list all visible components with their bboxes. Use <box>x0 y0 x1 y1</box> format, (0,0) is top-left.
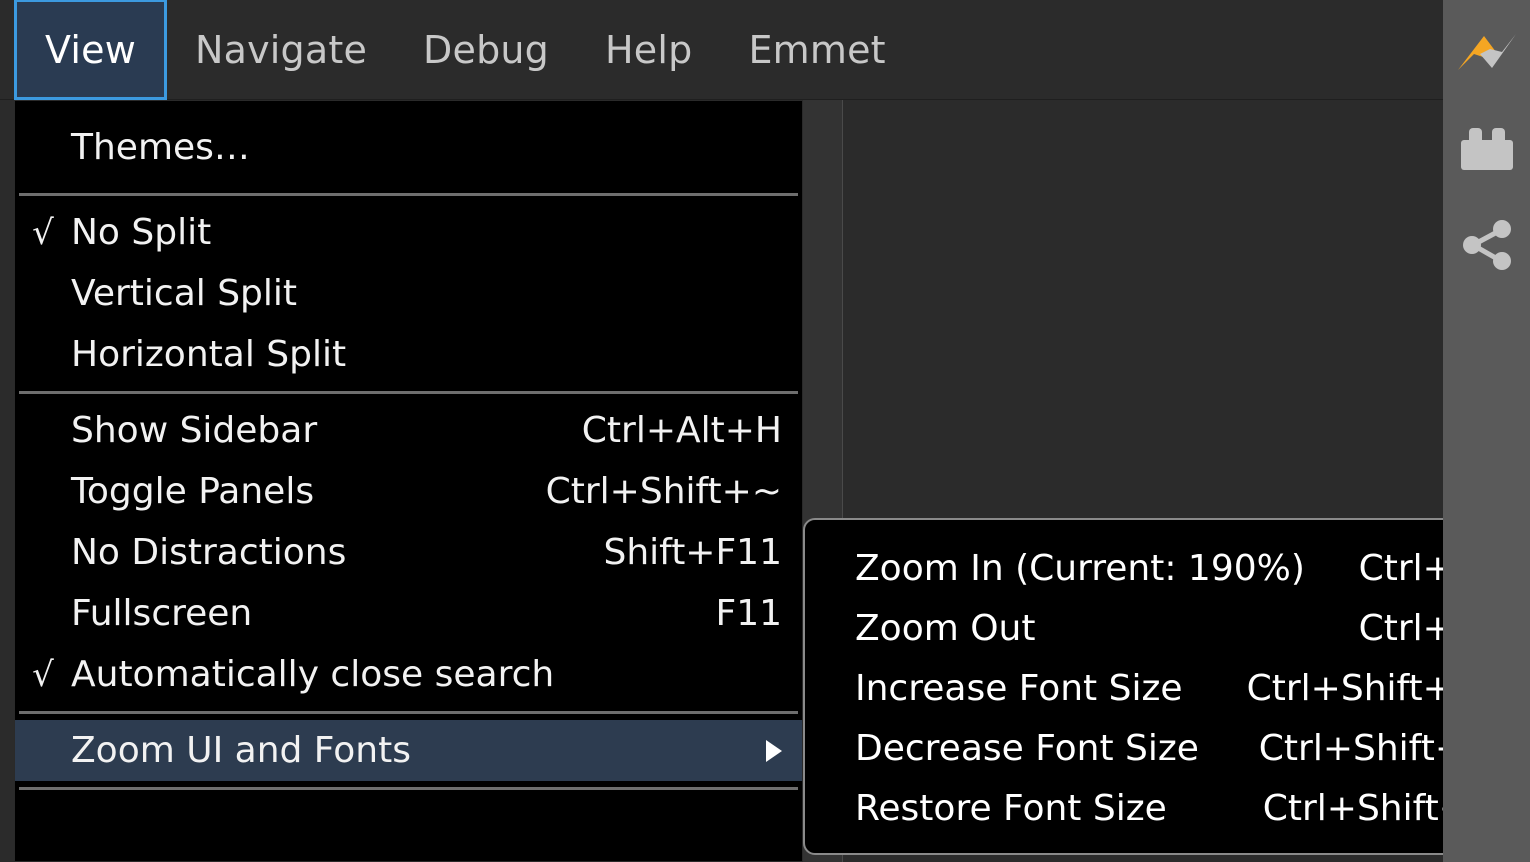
menu-item-zoom-ui-and-fonts-label: Zoom UI and Fonts <box>71 730 411 771</box>
menu-item-vertical-split-label: Vertical Split <box>71 273 298 314</box>
submenu-item-decrease-font-size[interactable]: Decrease Font Size Ctrl+Shift+_ <box>805 718 1511 778</box>
menu-item-no-split[interactable]: √ No Split <box>15 202 802 263</box>
menu-item-themes-label: Themes… <box>71 126 250 168</box>
menu-item-auto-close-search-check-icon: √ <box>32 654 54 695</box>
menubar-item-view-label: View <box>45 27 136 72</box>
menu-separator-4 <box>19 787 798 790</box>
menu-item-no-split-label: No Split <box>71 212 212 253</box>
menu-item-fullscreen[interactable]: Fullscreen F11 <box>15 583 802 644</box>
menu-bar: View Navigate Debug Help Emmet <box>0 0 1443 100</box>
menu-item-no-distractions-label: No Distractions <box>71 532 347 573</box>
menu-item-show-sidebar[interactable]: Show Sidebar Ctrl+Alt+H <box>15 400 802 461</box>
menu-item-no-split-check-icon: √ <box>32 212 54 253</box>
submenu-item-restore-font-size[interactable]: Restore Font Size Ctrl+Shift+( <box>805 778 1511 838</box>
menu-item-auto-close-search[interactable]: √ Automatically close search <box>15 644 802 705</box>
menu-item-toggle-panels-shortcut: Ctrl+Shift+~ <box>545 471 782 512</box>
menu-item-toggle-panels-label: Toggle Panels <box>71 471 315 512</box>
menubar-item-emmet[interactable]: Emmet <box>720 0 913 100</box>
chevron-right-icon <box>766 739 782 762</box>
submenu-item-increase-font-size-label: Increase Font Size <box>855 667 1183 709</box>
submenu-item-decrease-font-size-label: Decrease Font Size <box>855 727 1199 769</box>
menu-item-fullscreen-shortcut: F11 <box>715 593 782 634</box>
submenu-item-zoom-out-label: Zoom Out <box>855 607 1036 649</box>
submenu-item-zoom-out[interactable]: Zoom Out Ctrl+− <box>805 598 1511 658</box>
menu-item-no-distractions-shortcut: Shift+F11 <box>603 532 782 573</box>
menu-item-show-sidebar-shortcut: Ctrl+Alt+H <box>581 410 782 451</box>
submenu-item-zoom-in-label: Zoom In (Current: 190%) <box>855 547 1305 589</box>
menubar-item-debug-label: Debug <box>423 28 549 72</box>
zoom-ui-and-fonts-submenu: Zoom In (Current: 190%) Ctrl++ Zoom Out … <box>803 518 1513 855</box>
submenu-item-zoom-in[interactable]: Zoom In (Current: 190%) Ctrl++ <box>805 538 1511 598</box>
menu-item-show-sidebar-label: Show Sidebar <box>71 410 318 451</box>
right-icon-rail <box>1443 0 1530 862</box>
menu-section-themes: Themes… <box>15 101 802 193</box>
menu-item-auto-close-search-label: Automatically close search <box>71 654 555 695</box>
menu-item-horizontal-split-label: Horizontal Split <box>71 334 347 375</box>
menubar-item-view[interactable]: View <box>14 0 167 100</box>
menu-item-fullscreen-label: Fullscreen <box>71 593 253 634</box>
menu-item-vertical-split[interactable]: Vertical Split <box>15 263 802 324</box>
view-dropdown-menu: Themes… √ No Split Vertical Split Horizo… <box>14 100 803 862</box>
submenu-item-restore-font-size-label: Restore Font Size <box>855 787 1167 829</box>
menu-item-horizontal-split[interactable]: Horizontal Split <box>15 324 802 385</box>
emmet-logo-icon[interactable] <box>1456 22 1518 84</box>
plugins-brick-icon[interactable] <box>1456 118 1518 180</box>
menubar-item-navigate-label: Navigate <box>194 28 368 72</box>
menu-section-split: √ No Split Vertical Split Horizontal Spl… <box>15 196 802 391</box>
menubar-item-help-label: Help <box>605 28 693 72</box>
menu-item-themes[interactable]: Themes… <box>15 107 802 187</box>
menu-item-zoom-ui-and-fonts[interactable]: Zoom UI and Fonts <box>15 720 802 781</box>
menubar-item-debug[interactable]: Debug <box>395 0 577 100</box>
menu-section-layout: Show Sidebar Ctrl+Alt+H Toggle Panels Ct… <box>15 394 802 711</box>
menu-item-no-distractions[interactable]: No Distractions Shift+F11 <box>15 522 802 583</box>
menubar-item-emmet-label: Emmet <box>748 28 886 72</box>
menubar-item-navigate[interactable]: Navigate <box>167 0 395 100</box>
share-node-icon[interactable] <box>1456 214 1518 276</box>
menu-section-zoom: Zoom UI and Fonts <box>15 714 802 787</box>
submenu-item-increase-font-size[interactable]: Increase Font Size Ctrl+Shift++ <box>805 658 1511 718</box>
app-root: View Navigate Debug Help Emmet Themes… √ <box>0 0 1530 862</box>
menubar-item-help[interactable]: Help <box>577 0 720 100</box>
menu-item-toggle-panels[interactable]: Toggle Panels Ctrl+Shift+~ <box>15 461 802 522</box>
